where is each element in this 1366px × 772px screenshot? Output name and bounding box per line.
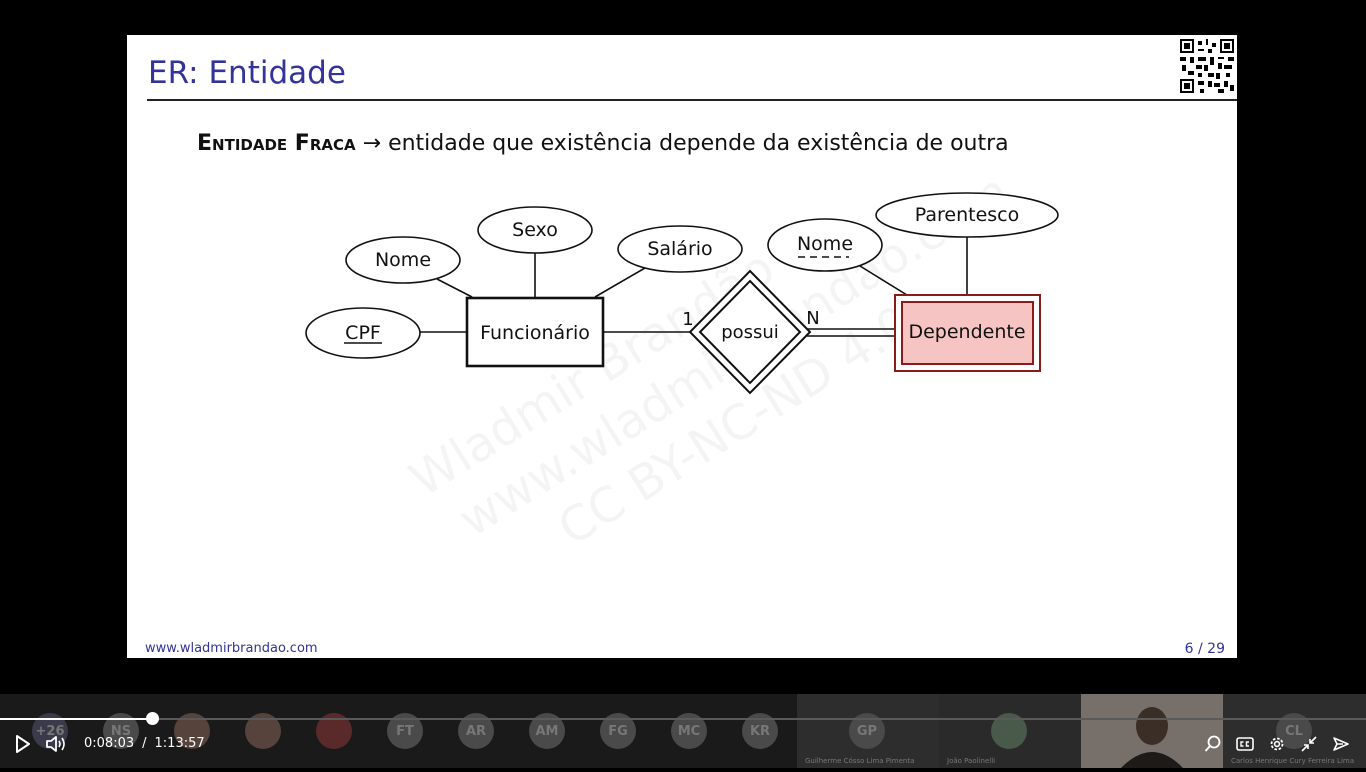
collapse-icon [1301,736,1317,752]
attr-parentesco-label: Parentesco [915,204,1019,226]
progress-handle[interactable] [146,712,160,725]
attr-salario-label: Salário [647,238,712,260]
participant-name: João Paolinelli [947,757,996,765]
progress-fill [0,718,153,720]
attr-nome-dep-label: Nome [797,233,853,255]
footer-url[interactable]: www.wladmirbrandao.com [145,641,318,656]
participant-video-tile[interactable] [1081,694,1223,768]
participant-name: Guilherme Cósso Lima Pimenta [805,757,915,765]
entity-funcionario-label: Funcionário [480,322,590,344]
search-icon [1204,735,1221,752]
video-player-bar: GP Guilherme Cósso Lima Pimenta João Pao… [0,694,1366,768]
cardinality-n: N [806,308,819,329]
entity-dependente-label: Dependente [908,321,1025,343]
participant-tiles: GP Guilherme Cósso Lima Pimenta João Pao… [797,694,1366,768]
gear-icon [1270,737,1284,751]
play-button[interactable] [13,734,33,754]
settings-button[interactable] [1267,734,1287,754]
duration: 1:13:57 [154,736,205,751]
attr-nome-func-label: Nome [375,249,431,271]
participant-name: Carlos Henrique Cury Ferreira Lima [1231,757,1354,765]
participant-tile[interactable]: João Paolinelli [939,694,1081,768]
relationship-label: possui [721,322,779,343]
slide: ER: Entidade Entidade Fraca → entidade q… [127,35,1237,658]
progress-track[interactable] [0,718,1366,720]
captions-button[interactable] [1235,734,1255,754]
line-nome-func [436,278,473,298]
search-button[interactable] [1203,734,1223,754]
attr-cpf-label: CPF [345,322,381,344]
line-nome-dep [859,265,908,296]
play-icon [16,735,30,753]
minimize-button[interactable] [1299,734,1319,754]
cardinality-1: 1 [682,309,693,330]
current-time: 0:08:03 [84,736,135,751]
line-salario [594,267,646,298]
page-number: 6 / 29 [1184,641,1225,657]
attr-sexo-label: Sexo [512,219,558,241]
er-diagram: CPF Nome Sexo Salário Nome Parentesco Fu… [305,192,1059,395]
participant-video-icon [1081,694,1223,768]
participant-tile[interactable]: GP Guilherme Cósso Lima Pimenta [797,694,939,768]
time-display: 0:08:03 / 1:13:57 [84,736,209,751]
send-icon [1333,737,1349,751]
volume-button[interactable] [45,734,67,754]
time-separator: / [142,736,147,751]
volume-icon [46,736,65,752]
participant-tile[interactable]: CL Carlos Henrique Cury Ferreira Lima [1223,694,1366,768]
share-button[interactable] [1331,734,1351,754]
captions-icon [1236,737,1254,751]
